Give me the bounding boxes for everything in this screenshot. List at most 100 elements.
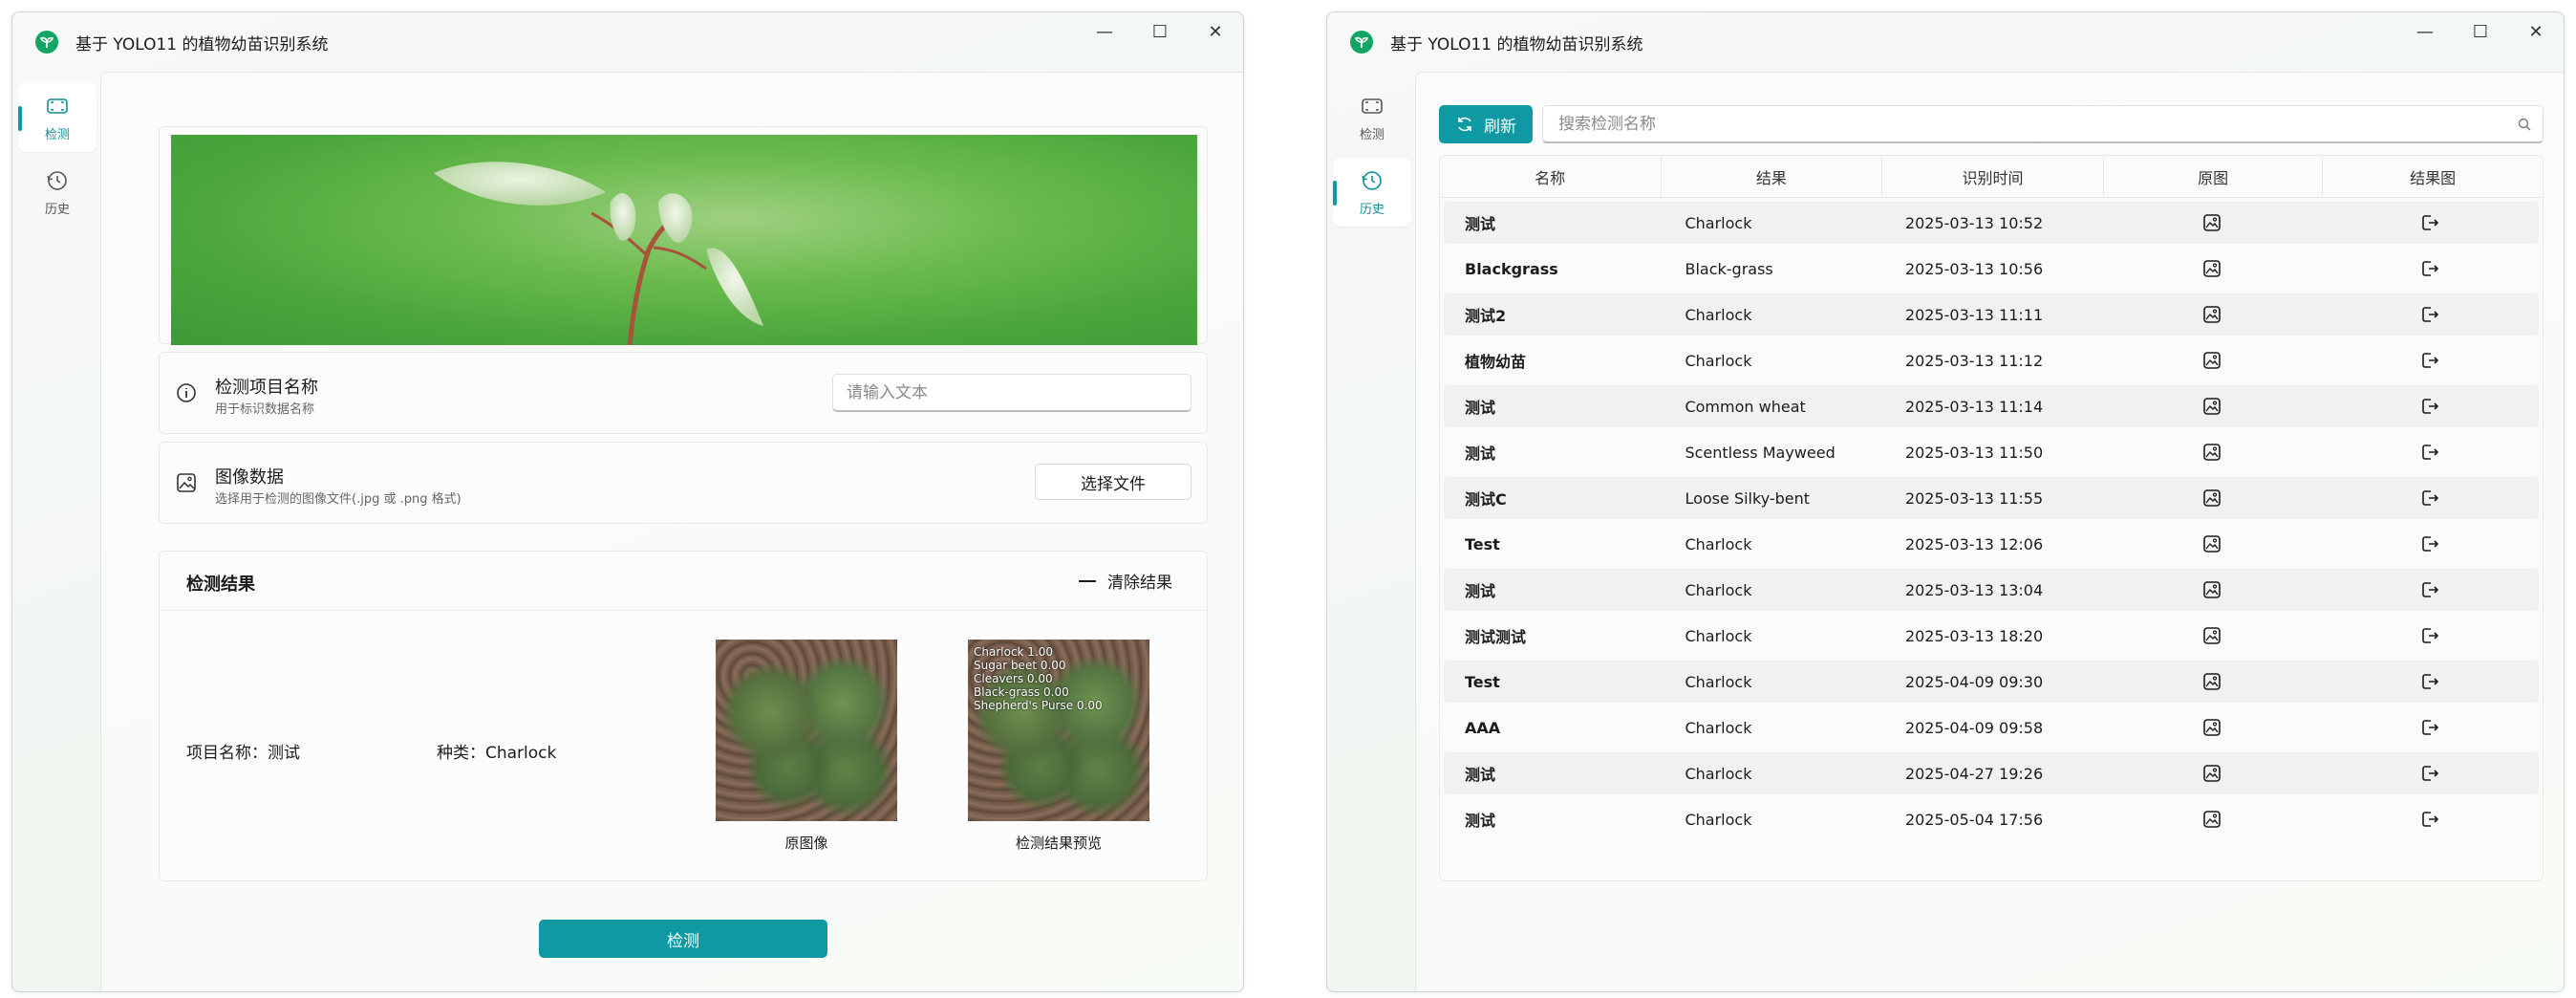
- project-name-value: 项目名称：测试: [186, 744, 300, 763]
- cell-name: 测试C: [1465, 490, 1507, 509]
- column-header-name[interactable]: 名称: [1440, 156, 1662, 198]
- open-result-icon[interactable]: [2321, 431, 2539, 473]
- cell-result: Scentless Mayweed: [1685, 443, 1835, 462]
- scan-icon: [1362, 98, 1383, 114]
- table-row[interactable]: 测试 Charlock 2025-04-27 19:26: [1444, 752, 2539, 794]
- cell-name: 测试: [1465, 399, 1496, 417]
- project-name-card: 检测项目名称 用于标识数据名称: [159, 352, 1208, 434]
- column-header-original[interactable]: 原图: [2104, 156, 2324, 198]
- view-original-icon[interactable]: [2102, 385, 2320, 427]
- view-original-icon[interactable]: [2102, 431, 2320, 473]
- view-original-icon[interactable]: [2102, 798, 2320, 840]
- project-name-title: 检测项目名称: [215, 378, 318, 398]
- cell-name: AAA: [1465, 718, 1501, 737]
- prediction-line: Charlock 1.00: [974, 645, 1054, 659]
- prediction-line: Black-grass 0.00: [974, 685, 1069, 699]
- title-bar[interactable]: 基于 YOLO11 的植物幼苗识别系统 — ☐ ✕: [12, 12, 1243, 72]
- open-result-icon[interactable]: [2321, 385, 2539, 427]
- detect-button[interactable]: 检测: [539, 920, 827, 958]
- close-button[interactable]: ✕: [2508, 12, 2564, 51]
- maximize-button[interactable]: ☐: [2453, 12, 2508, 51]
- select-file-button[interactable]: 选择文件: [1035, 464, 1191, 500]
- window-controls: — ☐ ✕: [2397, 12, 2564, 60]
- clear-result-button[interactable]: 清除结果: [1079, 569, 1172, 593]
- nav-detect[interactable]: 检测: [18, 83, 97, 152]
- view-original-icon[interactable]: [2102, 293, 2320, 336]
- cell-result: Common wheat: [1685, 397, 1806, 416]
- cell-result: Charlock: [1685, 305, 1752, 324]
- open-result-icon[interactable]: [2321, 477, 2539, 519]
- banner-card: [159, 126, 1208, 345]
- cell-time: 2025-04-09 09:30: [1904, 672, 2044, 691]
- open-result-icon[interactable]: [2321, 798, 2539, 840]
- open-result-icon[interactable]: [2321, 293, 2539, 336]
- cell-time: 2025-03-13 10:56: [1904, 259, 2044, 278]
- cell-result: Charlock: [1685, 718, 1752, 737]
- table-row[interactable]: 测试 Common wheat 2025-03-13 11:14: [1444, 385, 2539, 427]
- prediction-line: Cleavers 0.00: [974, 672, 1053, 685]
- table-row[interactable]: 测试2 Charlock 2025-03-13 11:11: [1444, 293, 2539, 336]
- open-result-icon[interactable]: [2321, 523, 2539, 565]
- table-row[interactable]: 植物幼苗 Charlock 2025-03-13 11:12: [1444, 339, 2539, 381]
- history-window: 基于 YOLO11 的植物幼苗识别系统 — ☐ ✕ 检测 历史 刷新 名称 结果: [1326, 11, 2565, 992]
- cell-result: Charlock: [1685, 764, 1752, 783]
- table-row[interactable]: Test Charlock 2025-04-09 09:30: [1444, 661, 2539, 703]
- minimize-button[interactable]: —: [1077, 12, 1132, 51]
- cell-time: 2025-04-27 19:26: [1904, 764, 2044, 783]
- table-row[interactable]: 测试测试 Charlock 2025-03-13 18:20: [1444, 615, 2539, 657]
- result-title: 检测结果: [186, 575, 255, 595]
- view-original-icon[interactable]: [2102, 706, 2320, 748]
- nav-history[interactable]: 历史: [1333, 158, 1411, 227]
- view-original-icon[interactable]: [2102, 202, 2320, 244]
- title-bar[interactable]: 基于 YOLO11 的植物幼苗识别系统 — ☐ ✕: [1327, 12, 2564, 72]
- view-original-icon[interactable]: [2102, 752, 2320, 794]
- image-icon: [177, 473, 196, 492]
- open-result-icon[interactable]: [2321, 339, 2539, 381]
- cell-result: Charlock: [1685, 672, 1752, 691]
- maximize-button[interactable]: ☐: [1132, 12, 1188, 51]
- view-original-icon[interactable]: [2102, 523, 2320, 565]
- history-table: 名称 结果 识别时间 原图 结果图 测试 Charlock 2025-03-13 1…: [1439, 155, 2544, 881]
- window-controls: — ☐ ✕: [1077, 12, 1243, 60]
- minus-icon: [1079, 579, 1096, 582]
- table-row[interactable]: 测试 Charlock 2025-03-13 13:04: [1444, 569, 2539, 611]
- cell-name: 测试: [1465, 812, 1496, 830]
- cell-result: Charlock: [1685, 213, 1752, 232]
- view-original-icon[interactable]: [2102, 339, 2320, 381]
- cell-time: 2025-03-13 11:50: [1904, 443, 2044, 462]
- column-header-time[interactable]: 识别时间: [1882, 156, 2104, 198]
- window-title: 基于 YOLO11 的植物幼苗识别系统: [1390, 34, 1643, 54]
- nav-history[interactable]: 历史: [18, 158, 97, 227]
- original-image-caption: 原图像: [784, 835, 828, 852]
- open-result-icon[interactable]: [2321, 615, 2539, 657]
- table-row[interactable]: AAA Charlock 2025-04-09 09:58: [1444, 706, 2539, 748]
- open-result-icon[interactable]: [2321, 569, 2539, 611]
- cell-name: 测试: [1465, 582, 1496, 600]
- refresh-button[interactable]: 刷新: [1439, 105, 1533, 143]
- view-original-icon[interactable]: [2102, 477, 2320, 519]
- search-icon[interactable]: [2517, 117, 2532, 132]
- view-original-icon[interactable]: [2102, 569, 2320, 611]
- table-row[interactable]: 测试 Charlock 2025-03-13 10:52: [1444, 202, 2539, 244]
- close-button[interactable]: ✕: [1188, 12, 1243, 51]
- nav-detect[interactable]: 检测: [1333, 83, 1411, 152]
- open-result-icon[interactable]: [2321, 202, 2539, 244]
- table-row[interactable]: 测试C Loose Silky-bent 2025-03-13 11:55: [1444, 477, 2539, 519]
- view-original-icon[interactable]: [2102, 248, 2320, 290]
- column-header-result[interactable]: 结果: [1662, 156, 1883, 198]
- minimize-button[interactable]: —: [2397, 12, 2453, 51]
- project-name-input[interactable]: [832, 374, 1191, 412]
- view-original-icon[interactable]: [2102, 615, 2320, 657]
- view-original-icon[interactable]: [2102, 661, 2320, 703]
- search-input[interactable]: [1542, 105, 2544, 143]
- table-row[interactable]: 测试 Charlock 2025-05-04 17:56: [1444, 798, 2539, 840]
- table-row[interactable]: Test Charlock 2025-03-13 12:06: [1444, 523, 2539, 565]
- open-result-icon[interactable]: [2321, 752, 2539, 794]
- table-row[interactable]: 测试 Scentless Mayweed 2025-03-13 11:50: [1444, 431, 2539, 473]
- cell-time: 2025-03-13 10:52: [1904, 213, 2044, 232]
- open-result-icon[interactable]: [2321, 706, 2539, 748]
- open-result-icon[interactable]: [2321, 661, 2539, 703]
- table-row[interactable]: Blackgrass Black-grass 2025-03-13 10:56: [1444, 248, 2539, 290]
- column-header-result-image[interactable]: 结果图: [2323, 156, 2543, 198]
- open-result-icon[interactable]: [2321, 248, 2539, 290]
